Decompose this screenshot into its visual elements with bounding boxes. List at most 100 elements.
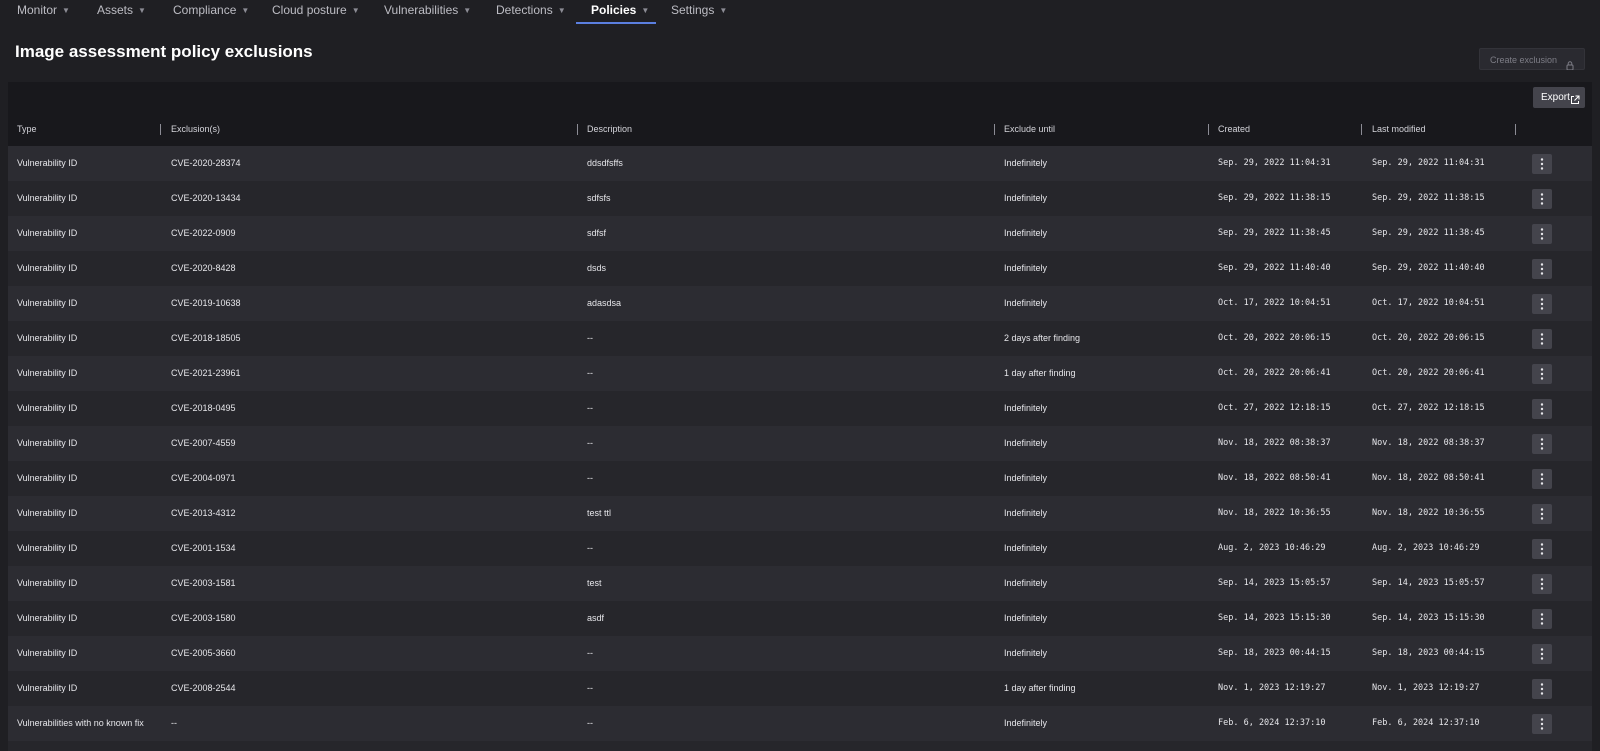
nav-vulnerabilities[interactable]: Vulnerabilities ▼ bbox=[384, 0, 471, 25]
export-label: Export bbox=[1541, 92, 1570, 103]
chevron-down-icon: ▼ bbox=[557, 6, 566, 15]
exclusions-table: Export Type Exclusion(s) Description Exc… bbox=[8, 82, 1592, 751]
cell-type: Vulnerability ID bbox=[17, 438, 78, 448]
row-actions-button[interactable] bbox=[1532, 224, 1552, 244]
row-actions-button[interactable] bbox=[1532, 434, 1552, 454]
column-header-exclude-until[interactable]: Exclude until bbox=[1004, 112, 1055, 146]
cell-exclusion: -- bbox=[171, 718, 177, 728]
column-resize-handle[interactable] bbox=[1208, 124, 1209, 135]
column-resize-handle[interactable] bbox=[160, 124, 161, 135]
cell-description: -- bbox=[587, 403, 593, 413]
cell-last-modified: Oct. 27, 2022 12:18:15 bbox=[1372, 403, 1485, 413]
cell-created: Oct. 27, 2022 12:18:15 bbox=[1218, 403, 1331, 413]
cell-created: Sep. 14, 2023 15:15:30 bbox=[1218, 613, 1331, 623]
more-vertical-icon bbox=[1540, 368, 1544, 380]
row-actions-button[interactable] bbox=[1532, 714, 1552, 734]
cell-created: Nov. 18, 2022 10:36:55 bbox=[1218, 508, 1331, 518]
cell-description: -- bbox=[587, 333, 593, 343]
row-actions-button[interactable] bbox=[1532, 399, 1552, 419]
cell-description: -- bbox=[587, 543, 593, 553]
cell-type: Vulnerability ID bbox=[17, 333, 78, 343]
more-vertical-icon bbox=[1540, 613, 1544, 625]
cell-created: Sep. 29, 2022 11:04:31 bbox=[1218, 158, 1331, 168]
nav-monitor-label: Monitor bbox=[17, 3, 58, 17]
column-header-last-modified[interactable]: Last modified bbox=[1372, 112, 1426, 146]
row-actions-button[interactable] bbox=[1532, 329, 1552, 349]
cell-type: Vulnerabilities with no known fix bbox=[17, 718, 144, 728]
cell-exclusion: CVE-2020-8428 bbox=[171, 263, 236, 273]
row-actions-button[interactable] bbox=[1532, 469, 1552, 489]
cell-exclusion: CVE-2018-0495 bbox=[171, 403, 236, 413]
cell-last-modified: Sep. 29, 2022 11:38:45 bbox=[1372, 228, 1485, 238]
column-resize-handle[interactable] bbox=[1515, 124, 1516, 135]
row-actions-button[interactable] bbox=[1532, 154, 1552, 174]
cell-exclude-until: Indefinitely bbox=[1004, 718, 1048, 728]
row-actions-button[interactable] bbox=[1532, 609, 1552, 629]
cell-created: Aug. 2, 2023 10:46:29 bbox=[1218, 543, 1326, 553]
cell-description: -- bbox=[587, 683, 593, 693]
cell-exclude-until: Indefinitely bbox=[1004, 613, 1048, 623]
column-header-type[interactable]: Type bbox=[17, 112, 37, 146]
table-row: Vulnerability ID CVE-2003-1580 asdf Indefin… bbox=[8, 601, 1592, 636]
table-toolbar: Export bbox=[8, 82, 1592, 112]
cell-created: Oct. 20, 2022 20:06:41 bbox=[1218, 368, 1331, 378]
cell-description: test bbox=[587, 578, 602, 588]
row-actions-button[interactable] bbox=[1532, 679, 1552, 699]
chevron-down-icon: ▼ bbox=[463, 6, 472, 15]
cell-type: Vulnerability ID bbox=[17, 263, 78, 273]
cell-exclusion: CVE-2022-0909 bbox=[171, 228, 236, 238]
cell-exclude-until: Indefinitely bbox=[1004, 543, 1048, 553]
more-vertical-icon bbox=[1540, 543, 1544, 555]
more-vertical-icon bbox=[1540, 298, 1544, 310]
table-row: Vulnerability ID CVE-2013-4312 test ttl Ind… bbox=[8, 496, 1592, 531]
row-actions-button[interactable] bbox=[1532, 539, 1552, 559]
column-header-description[interactable]: Description bbox=[587, 112, 632, 146]
row-actions-button[interactable] bbox=[1532, 644, 1552, 664]
cell-description: -- bbox=[587, 473, 593, 483]
more-vertical-icon bbox=[1540, 473, 1544, 485]
cell-type: Vulnerability ID bbox=[17, 368, 78, 378]
cell-description: -- bbox=[587, 438, 593, 448]
column-header-exclusions[interactable]: Exclusion(s) bbox=[171, 112, 220, 146]
cell-exclude-until: Indefinitely bbox=[1004, 158, 1048, 168]
row-actions-button[interactable] bbox=[1532, 504, 1552, 524]
cell-type: Vulnerability ID bbox=[17, 193, 78, 203]
nav-cloud-posture[interactable]: Cloud posture ▼ bbox=[272, 0, 360, 25]
nav-settings[interactable]: Settings ▼ bbox=[671, 0, 727, 25]
nav-settings-label: Settings bbox=[671, 3, 715, 17]
chevron-down-icon: ▼ bbox=[241, 6, 250, 15]
nav-compliance[interactable]: Compliance ▼ bbox=[173, 0, 249, 25]
row-actions-button[interactable] bbox=[1532, 259, 1552, 279]
create-exclusion-button[interactable]: Create exclusion bbox=[1479, 48, 1585, 71]
more-vertical-icon bbox=[1540, 438, 1544, 450]
row-actions-button[interactable] bbox=[1532, 574, 1552, 594]
column-resize-handle[interactable] bbox=[994, 124, 995, 135]
column-resize-handle[interactable] bbox=[577, 124, 578, 135]
row-actions-button[interactable] bbox=[1532, 189, 1552, 209]
nav-detections[interactable]: Detections ▼ bbox=[496, 0, 566, 25]
nav-assets[interactable]: Assets ▼ bbox=[97, 0, 146, 25]
external-link-icon bbox=[1570, 92, 1580, 113]
more-vertical-icon bbox=[1540, 578, 1544, 590]
cell-exclude-until: Indefinitely bbox=[1004, 228, 1048, 238]
cell-last-modified: Aug. 2, 2023 10:46:29 bbox=[1372, 543, 1480, 553]
lock-icon bbox=[1566, 56, 1574, 78]
cell-last-modified: Nov. 18, 2022 10:36:55 bbox=[1372, 508, 1485, 518]
row-actions-button[interactable] bbox=[1532, 364, 1552, 384]
cell-created: Sep. 29, 2022 11:40:40 bbox=[1218, 263, 1331, 273]
cell-exclude-until: Indefinitely bbox=[1004, 263, 1048, 273]
cell-exclusion: CVE-2003-1580 bbox=[171, 613, 236, 623]
nav-compliance-label: Compliance bbox=[173, 3, 237, 17]
cell-exclusion: CVE-2019-10638 bbox=[171, 298, 241, 308]
cell-type: Vulnerability ID bbox=[17, 403, 78, 413]
export-button[interactable]: Export bbox=[1533, 87, 1585, 108]
nav-monitor[interactable]: Monitor ▼ bbox=[17, 0, 70, 25]
chevron-down-icon: ▼ bbox=[62, 6, 70, 15]
chevron-down-icon: ▼ bbox=[351, 6, 360, 15]
cell-exclude-until: Indefinitely bbox=[1004, 298, 1048, 308]
column-header-created[interactable]: Created bbox=[1218, 112, 1250, 146]
cell-last-modified: Feb. 6, 2024 12:37:10 bbox=[1372, 718, 1480, 728]
cell-exclusion: CVE-2003-1581 bbox=[171, 578, 236, 588]
row-actions-button[interactable] bbox=[1532, 294, 1552, 314]
column-resize-handle[interactable] bbox=[1361, 124, 1362, 135]
